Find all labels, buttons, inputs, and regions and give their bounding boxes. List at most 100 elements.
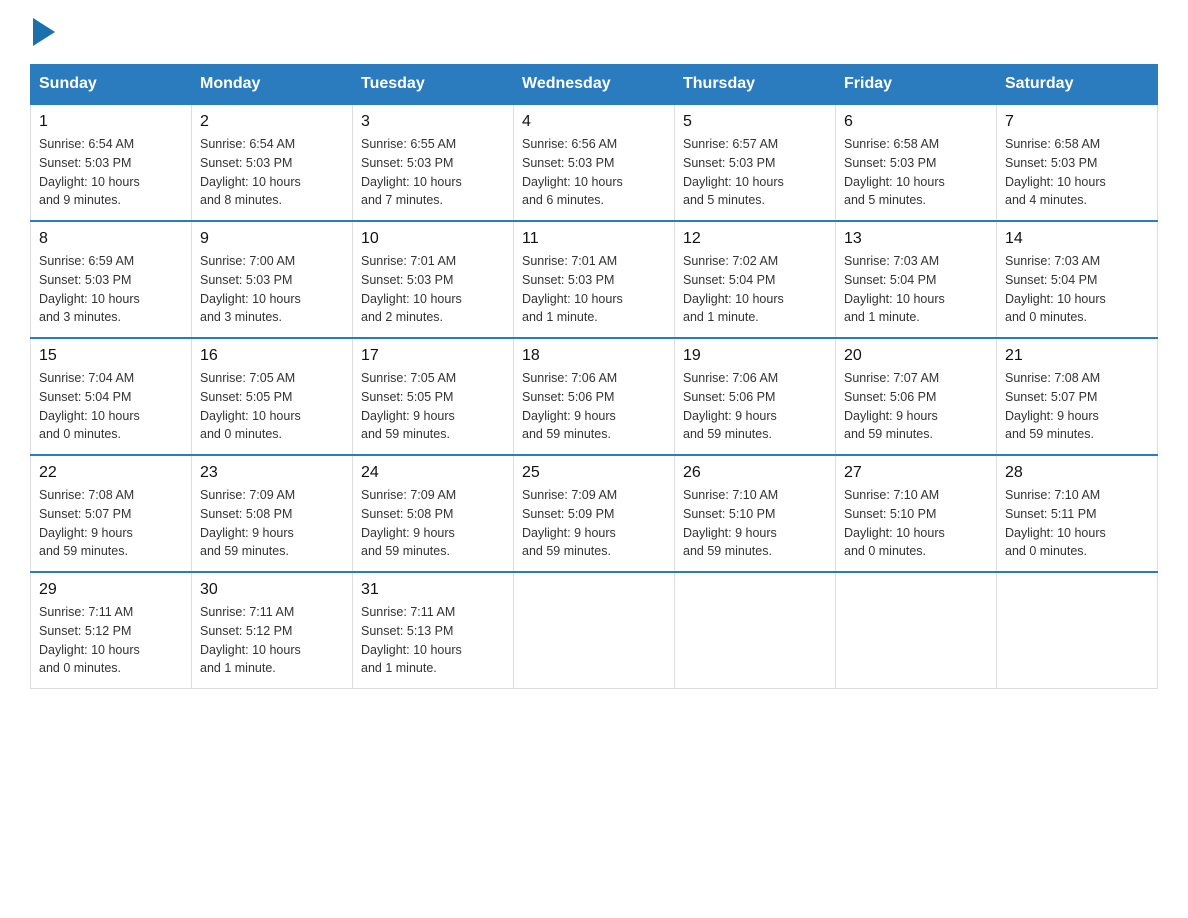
calendar-cell: 6 Sunrise: 6:58 AMSunset: 5:03 PMDayligh… — [836, 104, 997, 221]
day-number: 28 — [1005, 464, 1149, 482]
day-info: Sunrise: 7:11 AMSunset: 5:12 PMDaylight:… — [200, 603, 344, 678]
day-number: 19 — [683, 347, 827, 365]
calendar-cell: 25 Sunrise: 7:09 AMSunset: 5:09 PMDaylig… — [514, 455, 675, 572]
day-number: 3 — [361, 113, 505, 131]
day-number: 12 — [683, 230, 827, 248]
calendar-table: SundayMondayTuesdayWednesdayThursdayFrid… — [30, 64, 1158, 689]
day-number: 23 — [200, 464, 344, 482]
calendar-cell: 22 Sunrise: 7:08 AMSunset: 5:07 PMDaylig… — [31, 455, 192, 572]
calendar-cell: 24 Sunrise: 7:09 AMSunset: 5:08 PMDaylig… — [353, 455, 514, 572]
header-wednesday: Wednesday — [514, 65, 675, 105]
logo-arrow-icon — [33, 18, 55, 46]
calendar-cell: 20 Sunrise: 7:07 AMSunset: 5:06 PMDaylig… — [836, 338, 997, 455]
day-info: Sunrise: 6:56 AMSunset: 5:03 PMDaylight:… — [522, 135, 666, 210]
day-number: 17 — [361, 347, 505, 365]
header-tuesday: Tuesday — [353, 65, 514, 105]
calendar-cell: 26 Sunrise: 7:10 AMSunset: 5:10 PMDaylig… — [675, 455, 836, 572]
calendar-cell: 28 Sunrise: 7:10 AMSunset: 5:11 PMDaylig… — [997, 455, 1158, 572]
day-number: 15 — [39, 347, 183, 365]
calendar-cell: 12 Sunrise: 7:02 AMSunset: 5:04 PMDaylig… — [675, 221, 836, 338]
day-info: Sunrise: 7:03 AMSunset: 5:04 PMDaylight:… — [844, 252, 988, 327]
calendar-cell: 23 Sunrise: 7:09 AMSunset: 5:08 PMDaylig… — [192, 455, 353, 572]
day-info: Sunrise: 7:06 AMSunset: 5:06 PMDaylight:… — [683, 369, 827, 444]
day-number: 21 — [1005, 347, 1149, 365]
calendar-cell: 5 Sunrise: 6:57 AMSunset: 5:03 PMDayligh… — [675, 104, 836, 221]
day-number: 7 — [1005, 113, 1149, 131]
day-info: Sunrise: 7:01 AMSunset: 5:03 PMDaylight:… — [522, 252, 666, 327]
day-number: 30 — [200, 581, 344, 599]
day-number: 14 — [1005, 230, 1149, 248]
day-info: Sunrise: 7:01 AMSunset: 5:03 PMDaylight:… — [361, 252, 505, 327]
day-number: 2 — [200, 113, 344, 131]
calendar-cell: 9 Sunrise: 7:00 AMSunset: 5:03 PMDayligh… — [192, 221, 353, 338]
calendar-cell: 10 Sunrise: 7:01 AMSunset: 5:03 PMDaylig… — [353, 221, 514, 338]
calendar-week-row: 15 Sunrise: 7:04 AMSunset: 5:04 PMDaylig… — [31, 338, 1158, 455]
day-info: Sunrise: 7:03 AMSunset: 5:04 PMDaylight:… — [1005, 252, 1149, 327]
calendar-cell: 15 Sunrise: 7:04 AMSunset: 5:04 PMDaylig… — [31, 338, 192, 455]
calendar-cell: 11 Sunrise: 7:01 AMSunset: 5:03 PMDaylig… — [514, 221, 675, 338]
calendar-cell — [997, 572, 1158, 689]
calendar-cell: 13 Sunrise: 7:03 AMSunset: 5:04 PMDaylig… — [836, 221, 997, 338]
calendar-cell: 3 Sunrise: 6:55 AMSunset: 5:03 PMDayligh… — [353, 104, 514, 221]
calendar-cell: 1 Sunrise: 6:54 AMSunset: 5:03 PMDayligh… — [31, 104, 192, 221]
day-info: Sunrise: 7:05 AMSunset: 5:05 PMDaylight:… — [200, 369, 344, 444]
day-info: Sunrise: 7:09 AMSunset: 5:08 PMDaylight:… — [361, 486, 505, 561]
calendar-cell: 31 Sunrise: 7:11 AMSunset: 5:13 PMDaylig… — [353, 572, 514, 689]
day-info: Sunrise: 7:08 AMSunset: 5:07 PMDaylight:… — [39, 486, 183, 561]
day-info: Sunrise: 7:00 AMSunset: 5:03 PMDaylight:… — [200, 252, 344, 327]
calendar-cell: 7 Sunrise: 6:58 AMSunset: 5:03 PMDayligh… — [997, 104, 1158, 221]
header-thursday: Thursday — [675, 65, 836, 105]
day-number: 9 — [200, 230, 344, 248]
day-info: Sunrise: 7:11 AMSunset: 5:12 PMDaylight:… — [39, 603, 183, 678]
day-number: 16 — [200, 347, 344, 365]
day-info: Sunrise: 6:54 AMSunset: 5:03 PMDaylight:… — [39, 135, 183, 210]
day-info: Sunrise: 7:09 AMSunset: 5:09 PMDaylight:… — [522, 486, 666, 561]
header-saturday: Saturday — [997, 65, 1158, 105]
day-number: 24 — [361, 464, 505, 482]
calendar-cell: 21 Sunrise: 7:08 AMSunset: 5:07 PMDaylig… — [997, 338, 1158, 455]
day-number: 26 — [683, 464, 827, 482]
day-info: Sunrise: 6:57 AMSunset: 5:03 PMDaylight:… — [683, 135, 827, 210]
day-info: Sunrise: 7:10 AMSunset: 5:10 PMDaylight:… — [683, 486, 827, 561]
day-info: Sunrise: 6:58 AMSunset: 5:03 PMDaylight:… — [844, 135, 988, 210]
day-info: Sunrise: 7:09 AMSunset: 5:08 PMDaylight:… — [200, 486, 344, 561]
day-number: 29 — [39, 581, 183, 599]
calendar-week-row: 29 Sunrise: 7:11 AMSunset: 5:12 PMDaylig… — [31, 572, 1158, 689]
header-sunday: Sunday — [31, 65, 192, 105]
calendar-cell: 30 Sunrise: 7:11 AMSunset: 5:12 PMDaylig… — [192, 572, 353, 689]
day-number: 25 — [522, 464, 666, 482]
calendar-cell: 8 Sunrise: 6:59 AMSunset: 5:03 PMDayligh… — [31, 221, 192, 338]
day-number: 6 — [844, 113, 988, 131]
day-info: Sunrise: 6:59 AMSunset: 5:03 PMDaylight:… — [39, 252, 183, 327]
day-info: Sunrise: 7:10 AMSunset: 5:10 PMDaylight:… — [844, 486, 988, 561]
day-info: Sunrise: 6:55 AMSunset: 5:03 PMDaylight:… — [361, 135, 505, 210]
header-friday: Friday — [836, 65, 997, 105]
calendar-cell: 14 Sunrise: 7:03 AMSunset: 5:04 PMDaylig… — [997, 221, 1158, 338]
calendar-cell: 17 Sunrise: 7:05 AMSunset: 5:05 PMDaylig… — [353, 338, 514, 455]
day-number: 10 — [361, 230, 505, 248]
day-number: 8 — [39, 230, 183, 248]
day-info: Sunrise: 7:04 AMSunset: 5:04 PMDaylight:… — [39, 369, 183, 444]
calendar-cell — [675, 572, 836, 689]
calendar-cell: 2 Sunrise: 6:54 AMSunset: 5:03 PMDayligh… — [192, 104, 353, 221]
day-info: Sunrise: 7:11 AMSunset: 5:13 PMDaylight:… — [361, 603, 505, 678]
day-info: Sunrise: 7:02 AMSunset: 5:04 PMDaylight:… — [683, 252, 827, 327]
day-number: 11 — [522, 230, 666, 248]
day-info: Sunrise: 7:08 AMSunset: 5:07 PMDaylight:… — [1005, 369, 1149, 444]
calendar-cell: 27 Sunrise: 7:10 AMSunset: 5:10 PMDaylig… — [836, 455, 997, 572]
calendar-cell: 29 Sunrise: 7:11 AMSunset: 5:12 PMDaylig… — [31, 572, 192, 689]
day-info: Sunrise: 7:07 AMSunset: 5:06 PMDaylight:… — [844, 369, 988, 444]
logo — [30, 20, 55, 46]
calendar-week-row: 1 Sunrise: 6:54 AMSunset: 5:03 PMDayligh… — [31, 104, 1158, 221]
day-number: 5 — [683, 113, 827, 131]
day-number: 18 — [522, 347, 666, 365]
page-header — [30, 20, 1158, 46]
calendar-cell: 18 Sunrise: 7:06 AMSunset: 5:06 PMDaylig… — [514, 338, 675, 455]
calendar-cell: 16 Sunrise: 7:05 AMSunset: 5:05 PMDaylig… — [192, 338, 353, 455]
day-number: 13 — [844, 230, 988, 248]
day-info: Sunrise: 7:10 AMSunset: 5:11 PMDaylight:… — [1005, 486, 1149, 561]
day-number: 20 — [844, 347, 988, 365]
day-number: 31 — [361, 581, 505, 599]
calendar-cell — [836, 572, 997, 689]
day-info: Sunrise: 6:54 AMSunset: 5:03 PMDaylight:… — [200, 135, 344, 210]
